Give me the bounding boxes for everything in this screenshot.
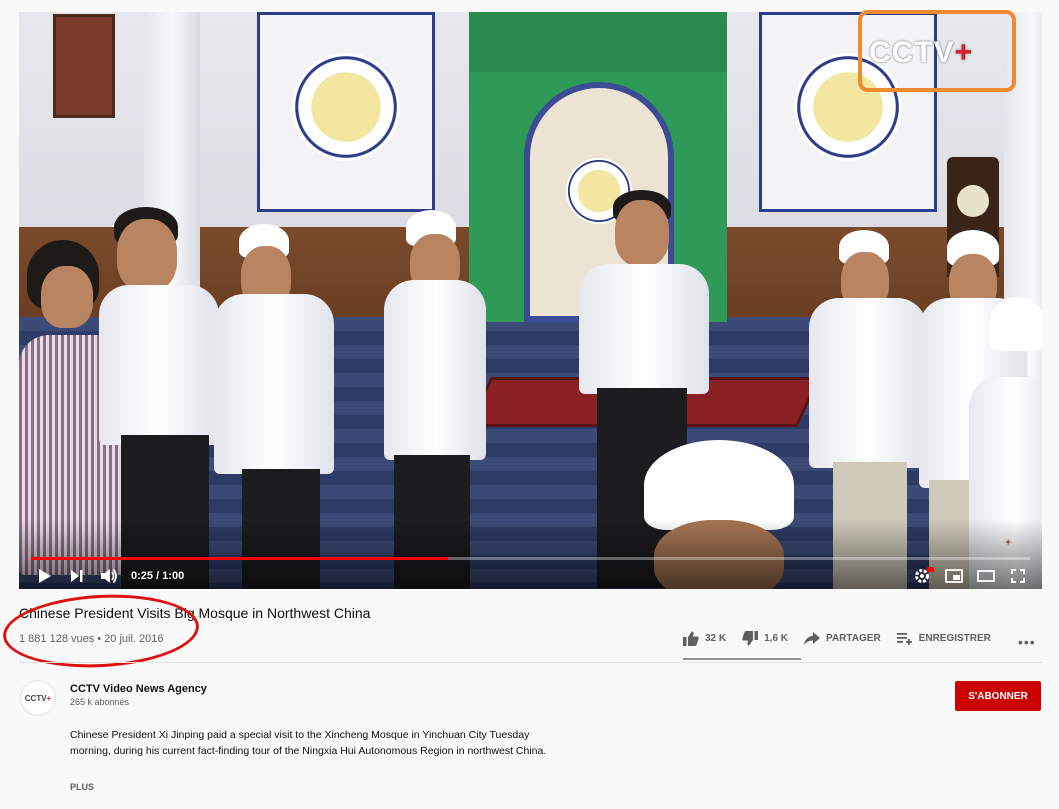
show-more-link[interactable]: PLUS: [70, 782, 94, 792]
like-count: 32 K: [705, 633, 727, 644]
like-button[interactable]: 32 K: [683, 631, 726, 646]
fullscreen-icon[interactable]: [1002, 564, 1034, 588]
progress-bar[interactable]: [31, 557, 1030, 560]
volume-icon[interactable]: [93, 564, 125, 588]
youtube-watch-page: CCTV+ C+ 0:25 / 1:00: [0, 0, 1059, 809]
save-icon: [896, 633, 912, 645]
channel-name[interactable]: CCTV Video News Agency: [70, 683, 207, 695]
section-divider: [19, 662, 1042, 663]
video-actions: 32 K 1,6 K PARTAGER ENREGISTRER: [683, 631, 1007, 646]
like-icon: [683, 631, 699, 646]
theater-icon[interactable]: [970, 564, 1002, 588]
channel-avatar[interactable]: CCTV +: [20, 680, 56, 716]
share-button[interactable]: PARTAGER: [804, 632, 881, 645]
progress-played: [31, 557, 448, 560]
dislike-count: 1,6 K: [764, 633, 789, 644]
subscriber-count: 265 k abonnés: [70, 697, 130, 707]
calligraphy-medallion: [292, 53, 400, 161]
annotation-circle-views: [1, 589, 201, 673]
dislike-button[interactable]: 1,6 K: [742, 631, 788, 646]
avatar-text: CCTV: [24, 693, 47, 703]
video-player[interactable]: CCTV+ C+ 0:25 / 1:00: [19, 12, 1042, 589]
like-dislike-ratio-bar: [683, 658, 801, 660]
player-controls-right: [906, 564, 1034, 588]
video-description: Chinese President Xi Jinping paid a spec…: [70, 729, 547, 757]
next-icon[interactable]: [61, 564, 93, 588]
save-label: ENREGISTRER: [918, 633, 991, 644]
play-icon[interactable]: [29, 564, 61, 588]
avatar-plus: +: [46, 693, 52, 703]
time-display: 0:25 / 1:00: [131, 569, 185, 582]
share-label: PARTAGER: [826, 633, 881, 644]
subscribe-button[interactable]: S'ABONNER: [955, 681, 1041, 711]
miniplayer-icon[interactable]: [938, 564, 970, 588]
mihrab-calligraphy-band: [469, 12, 727, 72]
clock-face: [957, 185, 989, 217]
wall-painting: [53, 14, 115, 118]
video-frame: [19, 12, 1042, 589]
calligraphy-panel: [257, 12, 435, 212]
more-actions-icon[interactable]: •••: [1018, 634, 1036, 650]
settings-icon[interactable]: [906, 564, 938, 588]
save-button[interactable]: ENREGISTRER: [896, 632, 991, 645]
player-controls: 0:25 / 1:00: [19, 562, 1042, 589]
share-icon: [804, 632, 821, 645]
annotation-highlight-watermark: [858, 10, 1016, 92]
dislike-icon: [742, 631, 759, 646]
